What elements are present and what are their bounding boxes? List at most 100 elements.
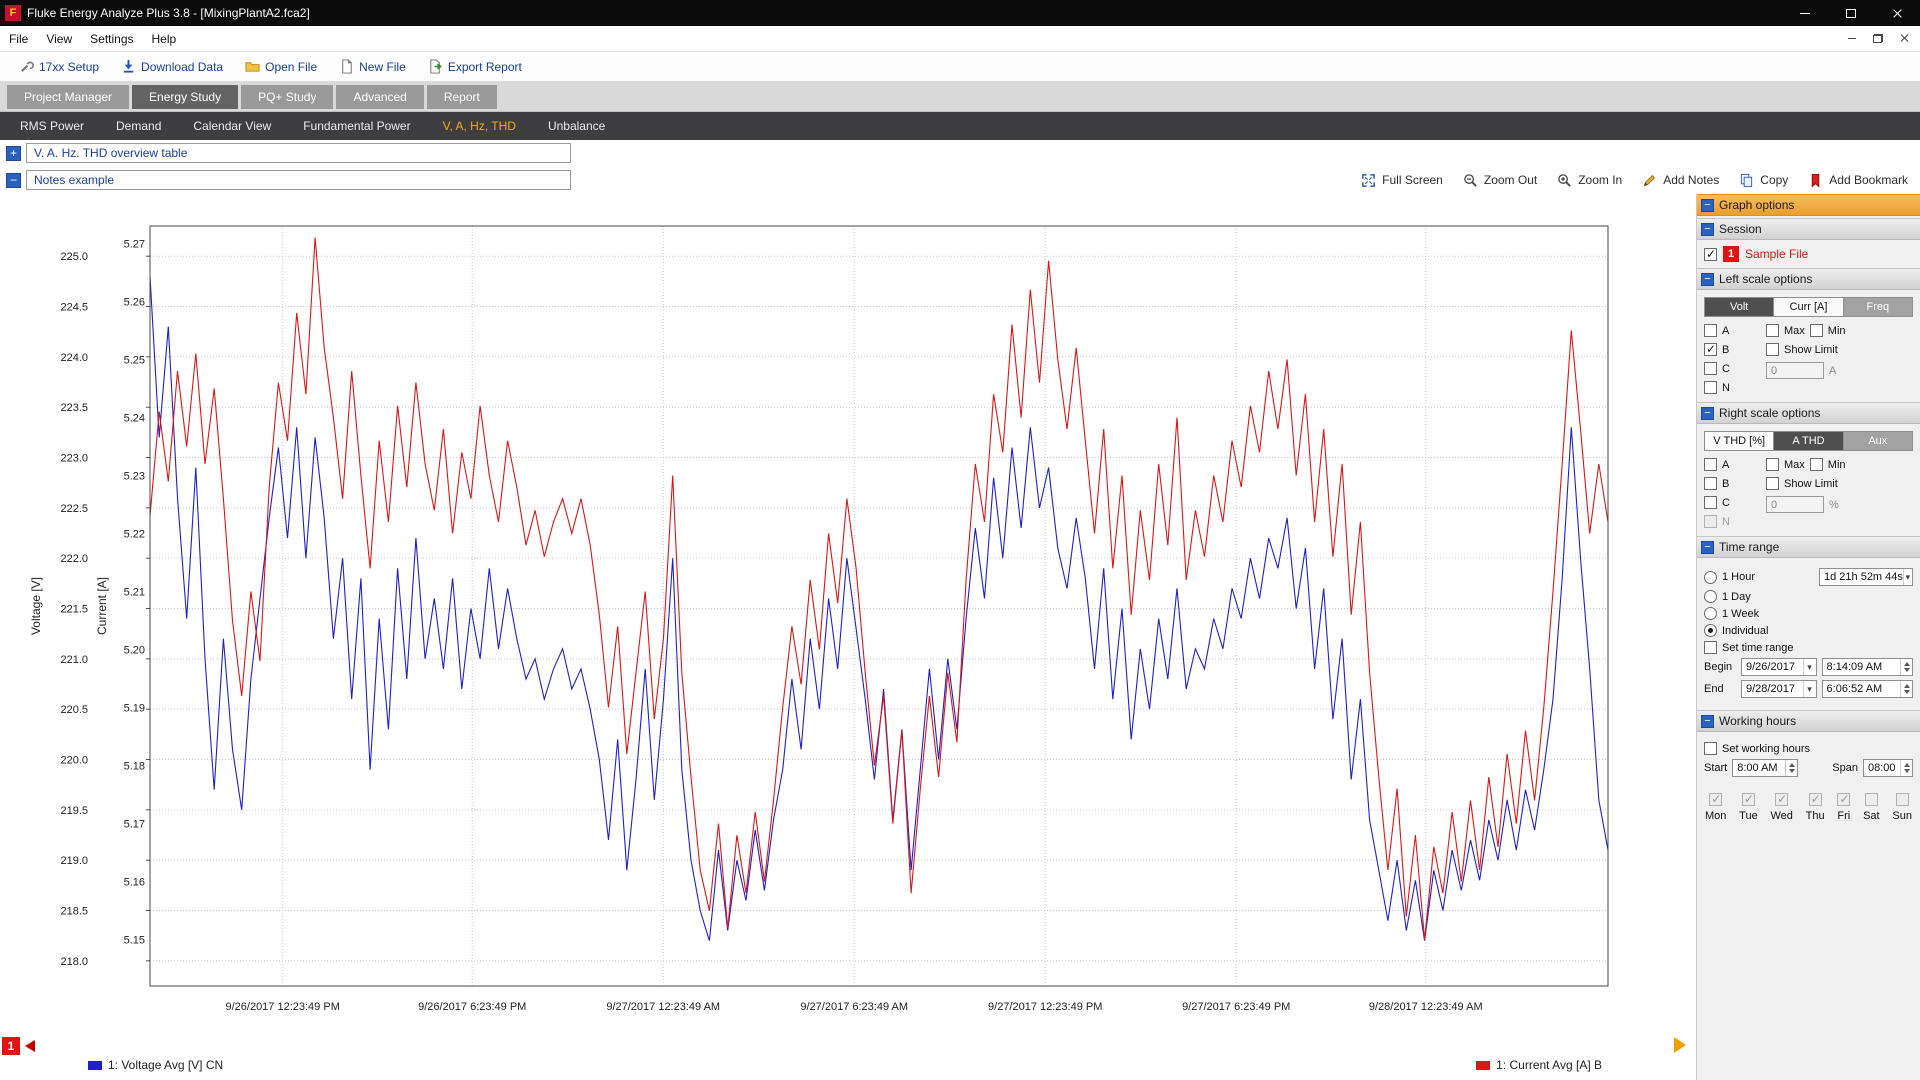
- download-data-button[interactable]: Download Data: [110, 59, 234, 74]
- close-button[interactable]: [1874, 0, 1920, 26]
- phase-a-checkbox[interactable]: [1704, 458, 1717, 471]
- show-limit-checkbox[interactable]: [1766, 343, 1779, 356]
- tab-pq-study[interactable]: PQ+ Study: [241, 85, 333, 109]
- full-screen-button[interactable]: Full Screen: [1361, 173, 1443, 188]
- working-days: Mon Tue Wed Thu Fri Sat Sun: [1704, 793, 1913, 822]
- session-header[interactable]: − Session: [1697, 218, 1920, 240]
- right-scale-tab-athd[interactable]: A THD: [1774, 431, 1843, 451]
- session-checkbox[interactable]: [1704, 248, 1717, 261]
- phase-c-checkbox[interactable]: [1704, 362, 1717, 375]
- collapse-icon[interactable]: −: [6, 173, 21, 188]
- radio-individual-label: Individual: [1722, 625, 1768, 637]
- left-scale-tab-curr[interactable]: Curr [A]: [1774, 297, 1843, 317]
- copy-button[interactable]: Copy: [1739, 173, 1788, 188]
- duration-dropdown[interactable]: 1d 21h 52m 44s: [1819, 568, 1913, 586]
- collapse-icon[interactable]: −: [1701, 199, 1714, 212]
- limit-input[interactable]: [1766, 496, 1824, 513]
- min-checkbox[interactable]: [1810, 458, 1823, 471]
- zoom-out-icon: [1463, 173, 1478, 188]
- limit-input[interactable]: [1766, 362, 1824, 379]
- radio-1-day[interactable]: [1704, 590, 1717, 603]
- radio-1-week[interactable]: [1704, 607, 1717, 620]
- tab-report[interactable]: Report: [427, 85, 497, 109]
- phase-c-checkbox[interactable]: [1704, 496, 1717, 509]
- max-checkbox[interactable]: [1766, 324, 1779, 337]
- set-working-hours-checkbox[interactable]: [1704, 742, 1717, 755]
- pan-right-arrow-icon[interactable]: [1674, 1037, 1686, 1053]
- show-limit-checkbox[interactable]: [1766, 477, 1779, 490]
- mdi-minimize-button[interactable]: [1842, 31, 1862, 47]
- phase-b-checkbox[interactable]: [1704, 343, 1717, 356]
- open-file-button[interactable]: Open File: [234, 59, 328, 74]
- tab-project-manager[interactable]: Project Manager: [7, 85, 129, 109]
- left-scale-tab-freq[interactable]: Freq: [1844, 297, 1913, 317]
- add-notes-button[interactable]: Add Notes: [1642, 173, 1719, 188]
- collapse-icon[interactable]: −: [1701, 715, 1714, 728]
- begin-date-value: 9/26/2017: [1746, 661, 1795, 673]
- right-scale-tab-vthd[interactable]: V THD [%]: [1704, 431, 1774, 451]
- phase-b-checkbox[interactable]: [1704, 477, 1717, 490]
- full-screen-label: Full Screen: [1382, 173, 1443, 187]
- menu-view[interactable]: View: [37, 32, 81, 46]
- end-time-spinner[interactable]: 6:06:52 AM: [1822, 680, 1913, 698]
- min-checkbox[interactable]: [1810, 324, 1823, 337]
- collapse-icon[interactable]: −: [1701, 223, 1714, 236]
- phase-n-checkbox[interactable]: [1704, 381, 1717, 394]
- mdi-restore-button[interactable]: [1868, 31, 1888, 47]
- maximize-button[interactable]: [1828, 0, 1874, 26]
- time-range-header[interactable]: − Time range: [1697, 536, 1920, 558]
- subtab-calendar-view[interactable]: Calendar View: [177, 112, 287, 140]
- radio-individual[interactable]: [1704, 624, 1717, 637]
- begin-time-spinner[interactable]: 8:14:09 AM: [1822, 658, 1913, 676]
- left-scale-header[interactable]: − Left scale options: [1697, 268, 1920, 290]
- subtab-v-a-hz-thd[interactable]: V, A, Hz, THD: [427, 112, 532, 140]
- start-time-spinner[interactable]: 8:00 AM: [1732, 759, 1798, 777]
- collapse-icon[interactable]: −: [1701, 273, 1714, 286]
- right-scale-tab-aux[interactable]: Aux: [1844, 431, 1913, 451]
- spinner-arrows-icon[interactable]: [1785, 760, 1797, 776]
- setup-17xx-button[interactable]: 17xx Setup: [8, 59, 110, 74]
- limit-unit: A: [1829, 365, 1836, 377]
- set-time-range-checkbox[interactable]: [1704, 641, 1717, 654]
- end-date-dropdown[interactable]: 9/28/2017: [1741, 680, 1817, 698]
- close-icon: [1892, 8, 1903, 19]
- trend-chart[interactable]: 225.0224.5224.0223.5223.0222.5222.0221.5…: [0, 194, 1696, 1036]
- subtab-unbalance[interactable]: Unbalance: [532, 112, 621, 140]
- max-checkbox[interactable]: [1766, 458, 1779, 471]
- collapse-icon[interactable]: −: [1701, 541, 1714, 554]
- expand-icon[interactable]: +: [6, 146, 21, 161]
- subtab-demand[interactable]: Demand: [100, 112, 177, 140]
- subtab-fundamental-power[interactable]: Fundamental Power: [287, 112, 426, 140]
- span-spinner[interactable]: 08:00: [1863, 759, 1913, 777]
- menu-file[interactable]: File: [0, 32, 37, 46]
- right-scale-header[interactable]: − Right scale options: [1697, 402, 1920, 424]
- export-report-button[interactable]: Export Report: [417, 59, 533, 74]
- radio-1-hour[interactable]: [1704, 571, 1717, 584]
- mdi-close-button[interactable]: [1894, 31, 1914, 47]
- spinner-arrows-icon[interactable]: [1900, 760, 1912, 776]
- zoom-in-button[interactable]: Zoom In: [1557, 173, 1622, 188]
- zoom-out-button[interactable]: Zoom Out: [1463, 173, 1537, 188]
- spinner-arrows-icon[interactable]: [1900, 659, 1912, 675]
- tab-energy-study[interactable]: Energy Study: [132, 85, 238, 109]
- add-bookmark-button[interactable]: Add Bookmark: [1808, 173, 1908, 188]
- graph-options-header[interactable]: − Graph options: [1697, 194, 1920, 216]
- begin-date-dropdown[interactable]: 9/26/2017: [1741, 658, 1817, 676]
- voltage-tick-label: 223.0: [60, 453, 88, 465]
- tab-advanced[interactable]: Advanced: [336, 85, 423, 109]
- pan-left-arrow-icon[interactable]: [25, 1040, 35, 1052]
- minimize-button[interactable]: [1782, 0, 1828, 26]
- subtab-rms-power[interactable]: RMS Power: [4, 112, 100, 140]
- collapse-icon[interactable]: −: [1701, 407, 1714, 420]
- phase-a-checkbox[interactable]: [1704, 324, 1717, 337]
- spinner-arrows-icon[interactable]: [1900, 681, 1912, 697]
- overview-table-title[interactable]: V. A. Hz. THD overview table: [26, 143, 571, 163]
- left-scale-tab-volt[interactable]: Volt: [1704, 297, 1774, 317]
- new-file-button[interactable]: New File: [328, 59, 417, 74]
- working-hours-header[interactable]: − Working hours: [1697, 710, 1920, 732]
- menu-settings[interactable]: Settings: [81, 32, 142, 46]
- left-scale-title: Left scale options: [1719, 272, 1812, 286]
- notes-title[interactable]: Notes example: [26, 170, 571, 190]
- menu-help[interactable]: Help: [143, 32, 186, 46]
- voltage-tick-label: 224.5: [60, 302, 88, 314]
